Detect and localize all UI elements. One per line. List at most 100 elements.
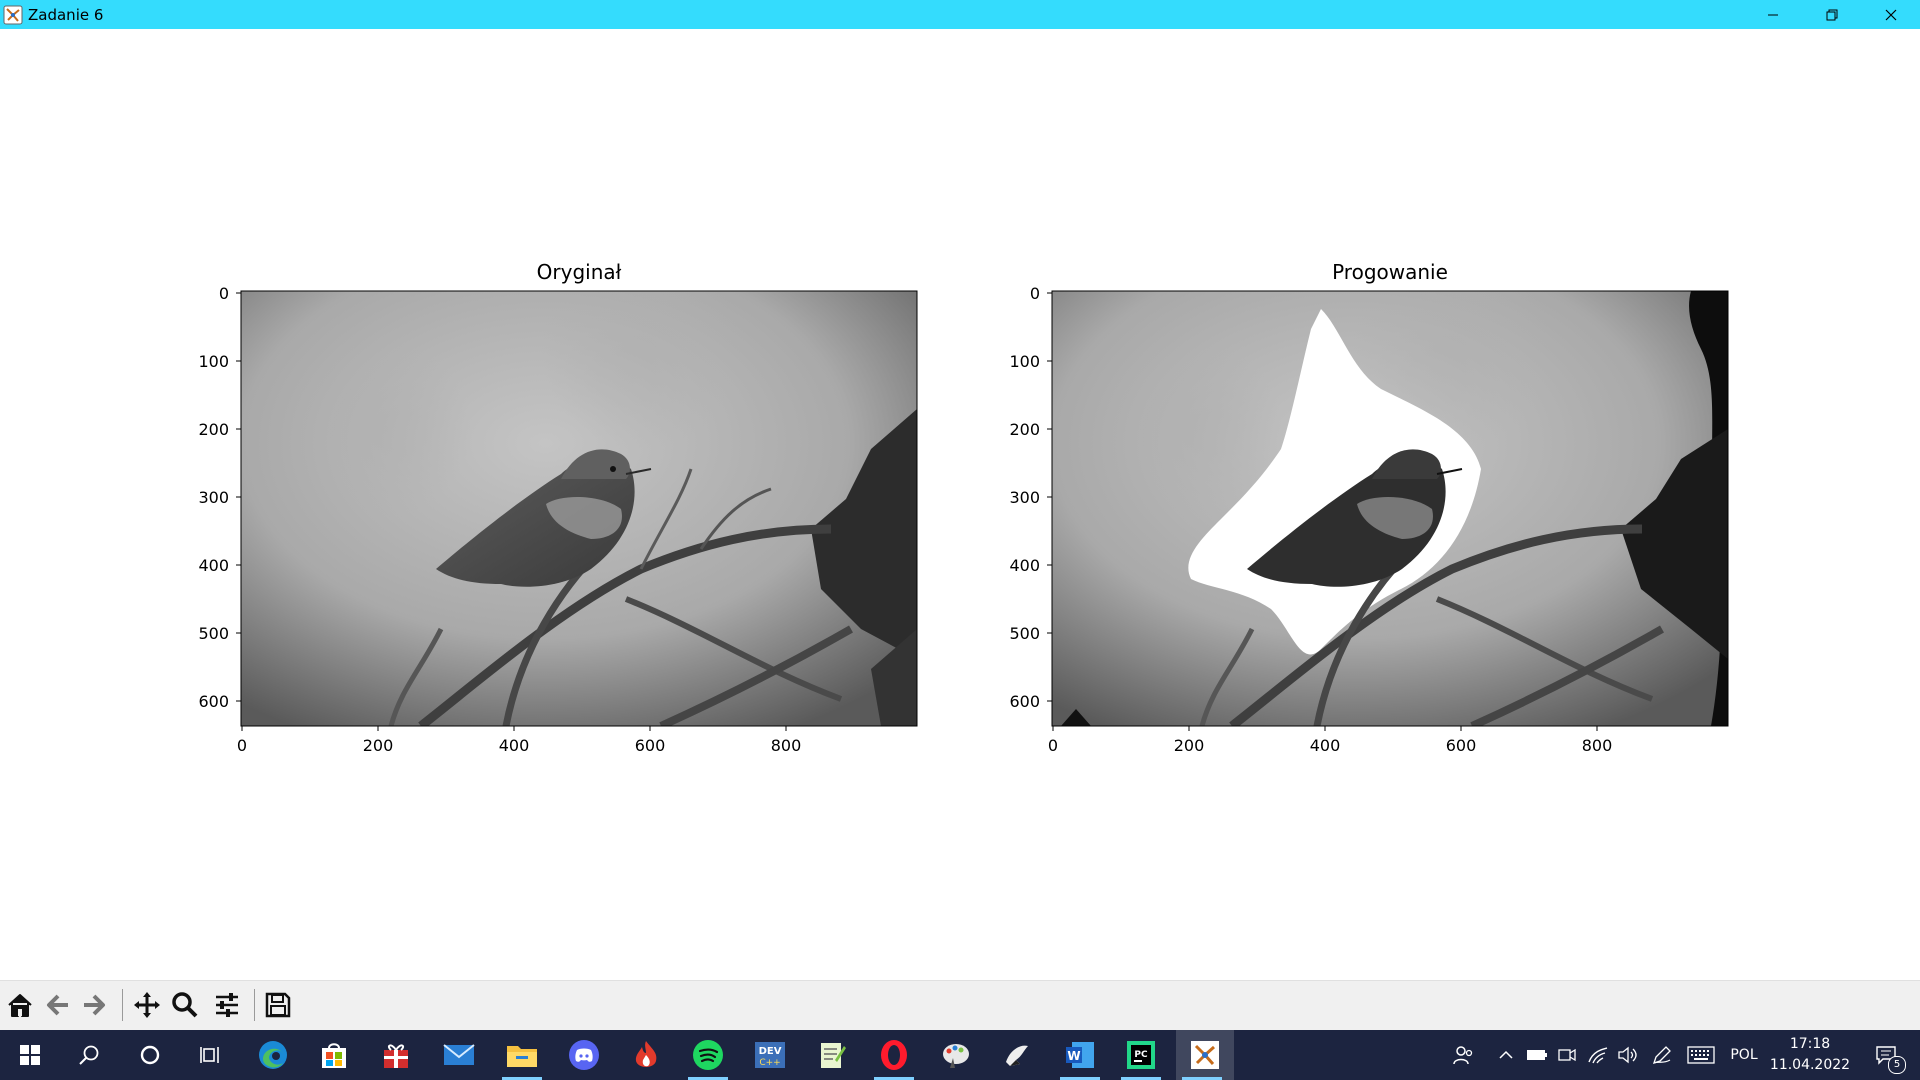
zoom-button[interactable] (167, 987, 203, 1023)
subplot-thresholded: Progowanie 0 100 200 300 400 500 600 0 2… (1009, 260, 1729, 755)
notepad-icon (821, 1043, 846, 1068)
people-button[interactable] (1448, 1030, 1478, 1080)
circle-icon (140, 1045, 160, 1065)
pan-button[interactable] (129, 987, 165, 1023)
inkscape-button[interactable] (991, 1030, 1043, 1080)
subplot-title-thresholded: Progowanie (1332, 260, 1448, 284)
firebird-button[interactable] (620, 1030, 672, 1080)
pen-workspace-button[interactable] (1648, 1030, 1676, 1080)
matplotlib-window-button[interactable] (1176, 1030, 1234, 1080)
search-button[interactable] (63, 1030, 115, 1080)
navigation-toolbar (0, 980, 1920, 1030)
back-button[interactable] (40, 987, 76, 1023)
mail-button[interactable] (433, 1030, 485, 1080)
save-button[interactable] (260, 987, 296, 1023)
magnifier-icon (172, 992, 198, 1018)
store-button[interactable] (308, 1030, 360, 1080)
minimize-icon (1767, 14, 1778, 15)
minimize-button[interactable] (1743, 0, 1802, 29)
svg-text:DEV: DEV (759, 1046, 782, 1057)
opera-button[interactable] (868, 1030, 920, 1080)
word-button[interactable]: W (1054, 1030, 1106, 1080)
dev-cpp-button[interactable]: DEV C++ (744, 1030, 796, 1080)
forward-button[interactable] (76, 987, 112, 1023)
arrow-right-icon (84, 994, 105, 1016)
y-tick-label: 400 (198, 556, 229, 575)
spotify-button[interactable] (682, 1030, 734, 1080)
x-tick-label: 0 (237, 736, 247, 755)
configure-subplots-button[interactable] (209, 987, 245, 1023)
sliders-icon (216, 993, 238, 1017)
x-tick-label: 200 (363, 736, 394, 755)
window-title: Zadanie 6 (28, 5, 104, 24)
keyboard-icon (1687, 1046, 1715, 1064)
y-tick-label: 500 (198, 624, 229, 643)
x-tick-label: 400 (1310, 736, 1341, 755)
volume-button[interactable] (1614, 1030, 1642, 1080)
cortana-button[interactable] (124, 1030, 176, 1080)
restore-icon (1826, 9, 1837, 20)
input-language-button[interactable]: POL (1726, 1030, 1762, 1080)
touch-keyboard-button[interactable] (1686, 1030, 1716, 1080)
subplot-title-original: Oryginał (537, 260, 622, 284)
paint-button[interactable] (930, 1030, 982, 1080)
x-tick-label: 600 (1446, 736, 1477, 755)
file-explorer-button[interactable] (496, 1030, 548, 1080)
toolbar-separator (254, 989, 255, 1021)
flame-icon (635, 1041, 657, 1067)
y-axis-original: 0 100 200 300 400 500 600 (198, 284, 241, 711)
pycharm-button[interactable]: PC (1115, 1030, 1167, 1080)
pen-icon (1652, 1046, 1671, 1065)
speaker-icon (1618, 1046, 1637, 1064)
language-indicator: POL (1730, 1047, 1758, 1063)
dev-cpp-icon: DEVC++ (755, 1042, 785, 1068)
store-icon (322, 1043, 346, 1068)
action-center-button[interactable]: 5 (1866, 1030, 1906, 1080)
x-tick-label: 800 (1582, 736, 1613, 755)
word-icon: W (1066, 1042, 1094, 1068)
notepad-plus-plus-button[interactable] (806, 1030, 858, 1080)
pycharm-icon: PC (1127, 1041, 1155, 1069)
start-button[interactable] (4, 1030, 56, 1080)
edge-icon (259, 1041, 287, 1069)
spotify-icon (693, 1040, 723, 1070)
clock-time: 17:18 (1789, 1036, 1831, 1052)
edge-button[interactable] (247, 1030, 299, 1080)
toolbar-separator (122, 989, 123, 1021)
taskbar: DEV C++ W PC POL 17:18 11.04.2022 5 (0, 1030, 1920, 1080)
svg-text:W: W (1067, 1049, 1080, 1063)
close-icon (1885, 9, 1896, 20)
network-button[interactable] (1584, 1030, 1612, 1080)
paint-icon (943, 1044, 969, 1068)
y-tick-label: 300 (1009, 488, 1040, 507)
close-button[interactable] (1861, 0, 1920, 29)
figure-canvas[interactable]: Oryginał 0 100 200 300 400 500 600 0 200… (1, 29, 1919, 980)
inkscape-icon (1006, 1045, 1028, 1066)
y-tick-label: 0 (1030, 284, 1040, 303)
show-hidden-icons-button[interactable] (1494, 1030, 1518, 1080)
video-tray-button[interactable] (1554, 1030, 1580, 1080)
y-tick-label: 600 (198, 692, 229, 711)
battery-button[interactable] (1524, 1030, 1550, 1080)
gift-button[interactable] (370, 1030, 422, 1080)
thresholded-image (1052, 291, 1728, 726)
y-tick-label: 200 (1009, 420, 1040, 439)
home-icon (8, 994, 32, 1017)
svg-text:C++: C++ (759, 1058, 780, 1068)
subplot-original: Oryginał 0 100 200 300 400 500 600 0 200… (198, 260, 918, 755)
restore-button[interactable] (1802, 0, 1861, 29)
battery-icon (1527, 1050, 1547, 1060)
task-view-icon (200, 1047, 219, 1063)
x-tick-label: 0 (1048, 736, 1058, 755)
task-view-button[interactable] (184, 1030, 236, 1080)
folder-icon (507, 1046, 537, 1067)
clock[interactable]: 17:18 11.04.2022 (1760, 1034, 1860, 1076)
home-button[interactable] (2, 987, 38, 1023)
x-tick-label: 200 (1174, 736, 1205, 755)
discord-button[interactable] (558, 1030, 610, 1080)
y-tick-label: 0 (219, 284, 229, 303)
y-axis-thresholded: 0 100 200 300 400 500 600 (1009, 284, 1052, 711)
gift-icon (384, 1044, 408, 1068)
wifi-icon (1588, 1047, 1608, 1064)
x-axis-thresholded: 0 200 400 600 800 (1048, 726, 1612, 755)
